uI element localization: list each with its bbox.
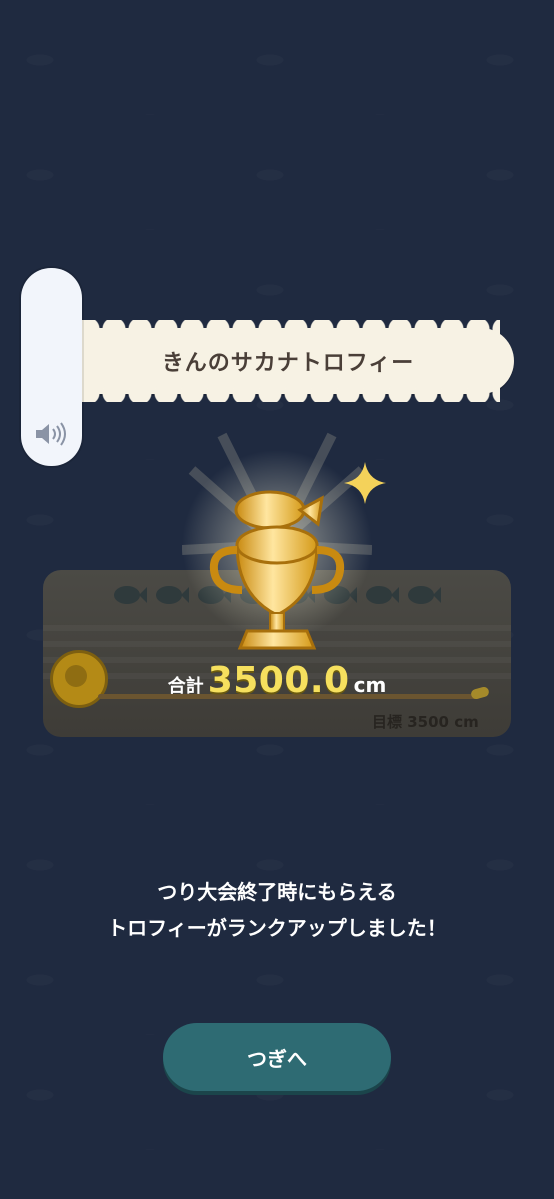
total-unit: cm [353, 673, 387, 697]
message-line-1: つり大会終了時にもらえる [157, 880, 397, 904]
trophy-name: きんのサカナトロフィー [161, 351, 415, 376]
total-label: 合計 [167, 676, 204, 697]
sparkle-icon [344, 462, 386, 504]
volume-icon[interactable] [34, 420, 70, 448]
total-length: 合計 3500.0 cm [0, 660, 554, 701]
goal-text: 目標 3500 cm [372, 713, 479, 731]
fish-icon [114, 586, 147, 604]
next-button[interactable]: つぎへ [163, 1023, 391, 1091]
total-value: 3500.0 [207, 660, 350, 701]
message-line-2: トロフィーがランクアップしました！ [107, 916, 447, 940]
volume-slider[interactable] [21, 268, 82, 466]
rank-up-message: つり大会終了時にもらえる トロフィーがランクアップしました！ [0, 874, 554, 946]
fish-icon [408, 586, 441, 604]
trophy-name-banner: きんのサカナトロフィー [62, 320, 514, 402]
